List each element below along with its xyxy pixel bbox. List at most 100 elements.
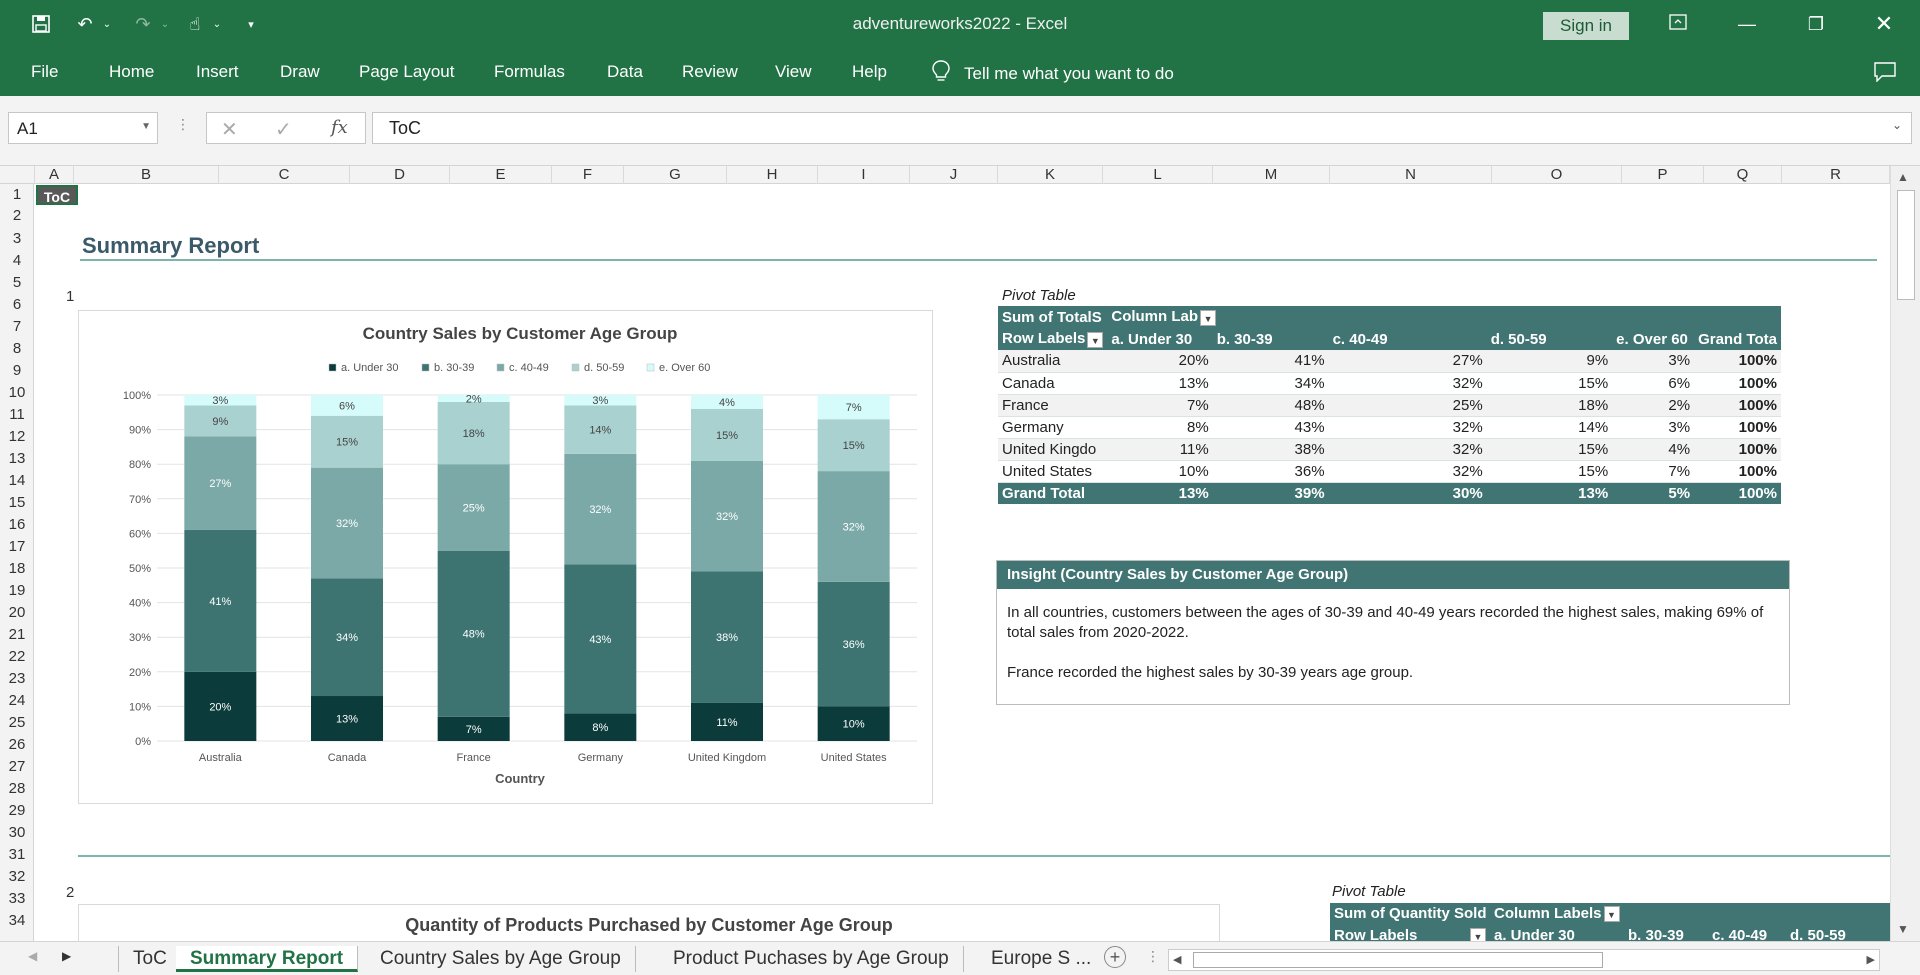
table-row[interactable]: United Kingdo 11% 38% 32% 15% 4% 100%: [998, 438, 1781, 461]
filter-dropdown-icon[interactable]: ▼: [1200, 309, 1217, 326]
table-row[interactable]: Canada 13% 34% 32% 15% 6% 100%: [998, 372, 1781, 395]
pivot-column-labels[interactable]: Column Lab ▼: [1107, 306, 1781, 328]
row-header[interactable]: 31: [0, 844, 34, 866]
next-sheet-icon[interactable]: ▶: [62, 949, 71, 963]
row-label[interactable]: Canada: [998, 372, 1108, 395]
column-header[interactable]: P: [1622, 166, 1704, 184]
column-header[interactable]: O: [1492, 166, 1622, 184]
filter-dropdown-icon[interactable]: ▼: [1087, 331, 1104, 348]
total-cell[interactable]: 5%: [1612, 482, 1695, 504]
scroll-right-icon[interactable]: ▶: [1867, 953, 1875, 966]
table-cell[interactable]: 32%: [1328, 460, 1487, 483]
table-cell[interactable]: 4%: [1612, 438, 1695, 461]
expand-formula-icon[interactable]: ⌄: [1892, 118, 1902, 132]
chevron-down-icon[interactable]: ▼: [141, 121, 151, 132]
select-all-corner[interactable]: [0, 166, 35, 184]
row-header[interactable]: 33: [0, 888, 34, 910]
minimize-icon[interactable]: —: [1727, 10, 1767, 38]
prev-sheet-icon[interactable]: ◀: [28, 949, 37, 963]
row-label[interactable]: Germany: [998, 416, 1108, 439]
total-cell[interactable]: 30%: [1328, 482, 1487, 504]
comments-icon[interactable]: [1874, 62, 1896, 87]
table-cell[interactable]: 11%: [1107, 438, 1213, 461]
column-header[interactable]: N: [1330, 166, 1492, 184]
table-cell[interactable]: 7%: [1107, 394, 1213, 417]
close-icon[interactable]: ✕: [1864, 10, 1904, 38]
pivot-value-field[interactable]: Sum of TotalS: [998, 306, 1108, 328]
row-header[interactable]: 18: [0, 558, 34, 580]
country-sales-chart[interactable]: Country Sales by Customer Age Group a. U…: [78, 310, 933, 804]
scroll-left-icon[interactable]: ◀: [1173, 953, 1181, 966]
sign-in-button[interactable]: Sign in: [1543, 12, 1629, 40]
row-label[interactable]: United States: [998, 460, 1108, 483]
table-cell[interactable]: 38%: [1212, 438, 1329, 461]
table-cell[interactable]: 25%: [1328, 394, 1487, 417]
row-header[interactable]: 1: [0, 184, 34, 206]
table-cell[interactable]: 100%: [1694, 372, 1781, 395]
column-header[interactable]: J: [910, 166, 998, 184]
row-header[interactable]: 26: [0, 734, 34, 756]
tab-file[interactable]: File: [31, 62, 58, 82]
row-label[interactable]: Australia: [998, 350, 1108, 373]
table-cell[interactable]: 15%: [1486, 460, 1613, 483]
column-header[interactable]: I: [818, 166, 910, 184]
table-cell[interactable]: 32%: [1328, 438, 1487, 461]
row-header[interactable]: 29: [0, 800, 34, 822]
row-label[interactable]: France: [998, 394, 1108, 417]
row-header[interactable]: 9: [0, 360, 34, 382]
row-header[interactable]: 3: [0, 228, 34, 250]
table-cell[interactable]: 100%: [1694, 394, 1781, 417]
row-header[interactable]: 5: [0, 272, 34, 294]
scroll-up-icon[interactable]: ▲: [1897, 170, 1909, 184]
name-box[interactable]: A1 ▼: [8, 112, 158, 144]
table-cell[interactable]: 100%: [1694, 416, 1781, 439]
insert-function-icon[interactable]: fx: [331, 117, 348, 138]
column-header[interactable]: C: [219, 166, 350, 184]
table-cell[interactable]: 18%: [1486, 394, 1613, 417]
horizontal-scrollbar[interactable]: ◀ ▶: [1168, 949, 1880, 971]
table-cell[interactable]: 9%: [1486, 350, 1613, 373]
row-header[interactable]: 12: [0, 426, 34, 448]
formula-input[interactable]: ToC: [372, 112, 1912, 144]
sheet-tab-europe[interactable]: Europe S ...: [977, 946, 1105, 972]
restore-icon[interactable]: ❐: [1796, 10, 1836, 38]
row-header[interactable]: 13: [0, 448, 34, 470]
sheet-tab-product-purchases[interactable]: Product Puchases by Age Group: [659, 946, 964, 972]
toc-cell[interactable]: ToC: [36, 185, 78, 205]
table-cell[interactable]: 100%: [1694, 350, 1781, 373]
column-header[interactable]: G: [624, 166, 727, 184]
total-cell[interactable]: 13%: [1107, 482, 1213, 504]
column-header[interactable]: E: [450, 166, 552, 184]
table-cell[interactable]: 10%: [1107, 460, 1213, 483]
total-cell[interactable]: 13%: [1486, 482, 1613, 504]
table-cell[interactable]: 48%: [1212, 394, 1329, 417]
pivot-table-quantity[interactable]: Sum of Quantity Sold Column Labels ▼ Row …: [1330, 903, 1890, 941]
row-header[interactable]: 2: [0, 205, 34, 227]
filter-dropdown-icon[interactable]: ▼: [1470, 928, 1486, 941]
table-row[interactable]: Australia 20% 41% 27% 9% 3% 100%: [998, 350, 1781, 373]
row-header[interactable]: 4: [0, 250, 34, 272]
table-cell[interactable]: 3%: [1612, 416, 1695, 439]
row-header[interactable]: 15: [0, 492, 34, 514]
pivot-value-field[interactable]: Sum of Quantity Sold: [1334, 905, 1487, 922]
vertical-scrollbar[interactable]: ▲ ▼: [1890, 166, 1920, 941]
row-header[interactable]: 6: [0, 294, 34, 316]
table-cell[interactable]: 43%: [1212, 416, 1329, 439]
ribbon-display-icon[interactable]: [1658, 10, 1698, 38]
row-header[interactable]: 24: [0, 690, 34, 712]
table-cell[interactable]: 13%: [1107, 372, 1213, 395]
row-header[interactable]: 7: [0, 316, 34, 338]
column-header[interactable]: F: [552, 166, 624, 184]
row-header[interactable]: 14: [0, 470, 34, 492]
table-cell[interactable]: 2%: [1612, 394, 1695, 417]
tab-formulas[interactable]: Formulas: [494, 62, 565, 82]
column-header[interactable]: K: [998, 166, 1103, 184]
row-header[interactable]: 23: [0, 668, 34, 690]
column-header[interactable]: L: [1103, 166, 1213, 184]
table-cell[interactable]: 20%: [1107, 350, 1213, 373]
scroll-thumb[interactable]: [1193, 952, 1603, 968]
row-header[interactable]: 30: [0, 822, 34, 844]
table-cell[interactable]: 41%: [1212, 350, 1329, 373]
tab-view[interactable]: View: [775, 62, 812, 82]
row-header[interactable]: 27: [0, 756, 34, 778]
